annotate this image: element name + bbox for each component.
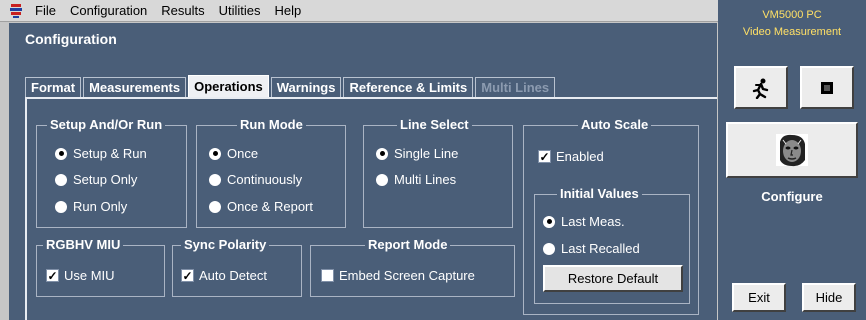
initial-values-group: Initial Values Last Meas. Last Recalled … xyxy=(534,186,690,304)
radio-setup-only[interactable]: Setup Only xyxy=(55,172,137,187)
menu-results[interactable]: Results xyxy=(154,0,211,22)
sync-polarity-title: Sync Polarity xyxy=(181,237,270,253)
auto-scale-title: Auto Scale xyxy=(578,117,652,133)
report-mode-title: Report Mode xyxy=(365,237,451,253)
option-label: Use MIU xyxy=(64,268,115,283)
side-panel: VM5000 PC Video Measurement Configure Ex… xyxy=(718,0,866,320)
auto-scale-group: Auto Scale ✓ Enabled Initial Values Last… xyxy=(523,117,699,315)
stop-button[interactable] xyxy=(800,66,854,109)
setup-run-title: Setup And/Or Run xyxy=(47,117,166,133)
radio-button-icon xyxy=(209,173,221,186)
radio-once[interactable]: Once xyxy=(209,146,258,161)
option-label: Multi Lines xyxy=(394,172,457,187)
radio-single-line[interactable]: Single Line xyxy=(376,146,458,161)
tab-multi-lines: Multi Lines xyxy=(475,77,556,97)
product-name: VM5000 PC xyxy=(762,9,822,21)
menu-file[interactable]: File xyxy=(28,0,63,22)
checkbox-enabled[interactable]: ✓ Enabled xyxy=(538,149,604,164)
checkbox-unchecked-icon xyxy=(321,269,334,282)
option-label: Once & Report xyxy=(227,199,313,214)
option-label: Embed Screen Capture xyxy=(339,268,475,283)
checkbox-embed-screen-capture[interactable]: Embed Screen Capture xyxy=(321,268,475,283)
configuration-panel: Configuration Format Measurements Operat… xyxy=(9,23,717,320)
radio-once-and-report[interactable]: Once & Report xyxy=(209,199,313,214)
radio-button-icon xyxy=(543,215,555,228)
report-mode-group: Report Mode Embed Screen Capture xyxy=(310,237,515,297)
product-subtitle: Video Measurement xyxy=(742,26,842,38)
option-label: Last Meas. xyxy=(561,214,625,229)
option-label: Continuously xyxy=(227,172,303,187)
menu-help[interactable]: Help xyxy=(268,0,309,22)
radio-continuously[interactable]: Continuously xyxy=(209,172,302,187)
initial-values-title: Initial Values xyxy=(557,186,642,202)
tab-format[interactable]: Format xyxy=(25,77,82,97)
tab-reference-limits[interactable]: Reference & Limits xyxy=(343,77,474,97)
hide-button[interactable]: Hide xyxy=(802,283,856,312)
tab-warnings[interactable]: Warnings xyxy=(270,77,342,97)
face-portrait-icon xyxy=(776,134,808,167)
rgbhv-title: RGBHV MIU xyxy=(43,237,124,253)
line-select-title: Line Select xyxy=(397,117,472,133)
option-label: Setup & Run xyxy=(73,146,147,161)
option-label: Setup Only xyxy=(73,172,138,187)
line-select-group: Line Select Single Line Multi Lines xyxy=(363,117,513,228)
run-button[interactable] xyxy=(734,66,788,109)
setup-run-group: Setup And/Or Run Setup & Run Setup Only … xyxy=(36,117,187,228)
rgbhv-miu-group: RGBHV MIU ✓ Use MIU xyxy=(36,237,165,297)
option-label: Run Only xyxy=(73,199,128,214)
option-label: Enabled xyxy=(556,149,604,164)
radio-multi-lines[interactable]: Multi Lines xyxy=(376,172,456,187)
stop-icon xyxy=(821,81,833,94)
radio-button-icon xyxy=(55,200,67,213)
tab-operations[interactable]: Operations xyxy=(188,75,269,97)
tab-measurements[interactable]: Measurements xyxy=(83,77,187,97)
run-mode-title: Run Mode xyxy=(237,117,306,133)
radio-button-icon xyxy=(543,242,555,255)
option-label: Once xyxy=(227,146,259,161)
radio-button-icon xyxy=(376,173,388,186)
menu-utilities[interactable]: Utilities xyxy=(212,0,268,22)
checkbox-checked-icon: ✓ xyxy=(538,149,551,164)
checkbox-auto-detect[interactable]: ✓ Auto Detect xyxy=(181,268,267,283)
radio-setup-and-run[interactable]: Setup & Run xyxy=(55,146,147,161)
radio-button-icon xyxy=(55,173,67,186)
configure-label: Configure xyxy=(761,189,823,204)
radio-run-only[interactable]: Run Only xyxy=(55,199,127,214)
menu-bar: File Configuration Results Utilities Hel… xyxy=(0,0,718,22)
restore-default-button[interactable]: Restore Default xyxy=(543,265,683,292)
run-mode-group: Run Mode Once Continuously Once & Report xyxy=(196,117,346,228)
exit-button[interactable]: Exit xyxy=(732,283,786,312)
option-label: Single Line xyxy=(394,146,459,161)
panel-title: Configuration xyxy=(25,31,117,47)
tab-bar: Format Measurements Operations Warnings … xyxy=(25,75,557,97)
sync-polarity-group: Sync Polarity ✓ Auto Detect xyxy=(172,237,302,297)
radio-last-meas[interactable]: Last Meas. xyxy=(543,214,625,229)
menu-configuration[interactable]: Configuration xyxy=(63,0,154,22)
radio-button-icon xyxy=(209,200,221,213)
operations-content: Setup And/Or Run Setup & Run Setup Only … xyxy=(25,97,717,320)
checkbox-use-miu[interactable]: ✓ Use MIU xyxy=(46,268,115,283)
radio-last-recalled[interactable]: Last Recalled xyxy=(543,241,640,256)
radio-button-icon xyxy=(209,147,221,160)
option-label: Last Recalled xyxy=(561,241,640,256)
running-man-icon xyxy=(752,78,769,99)
tektronix-logo-icon[interactable] xyxy=(7,2,25,20)
configure-button[interactable] xyxy=(726,122,858,178)
radio-button-icon xyxy=(376,147,388,160)
checkbox-checked-icon: ✓ xyxy=(181,268,194,283)
radio-button-icon xyxy=(55,147,67,160)
checkbox-checked-icon: ✓ xyxy=(46,268,59,283)
option-label: Auto Detect xyxy=(199,268,267,283)
